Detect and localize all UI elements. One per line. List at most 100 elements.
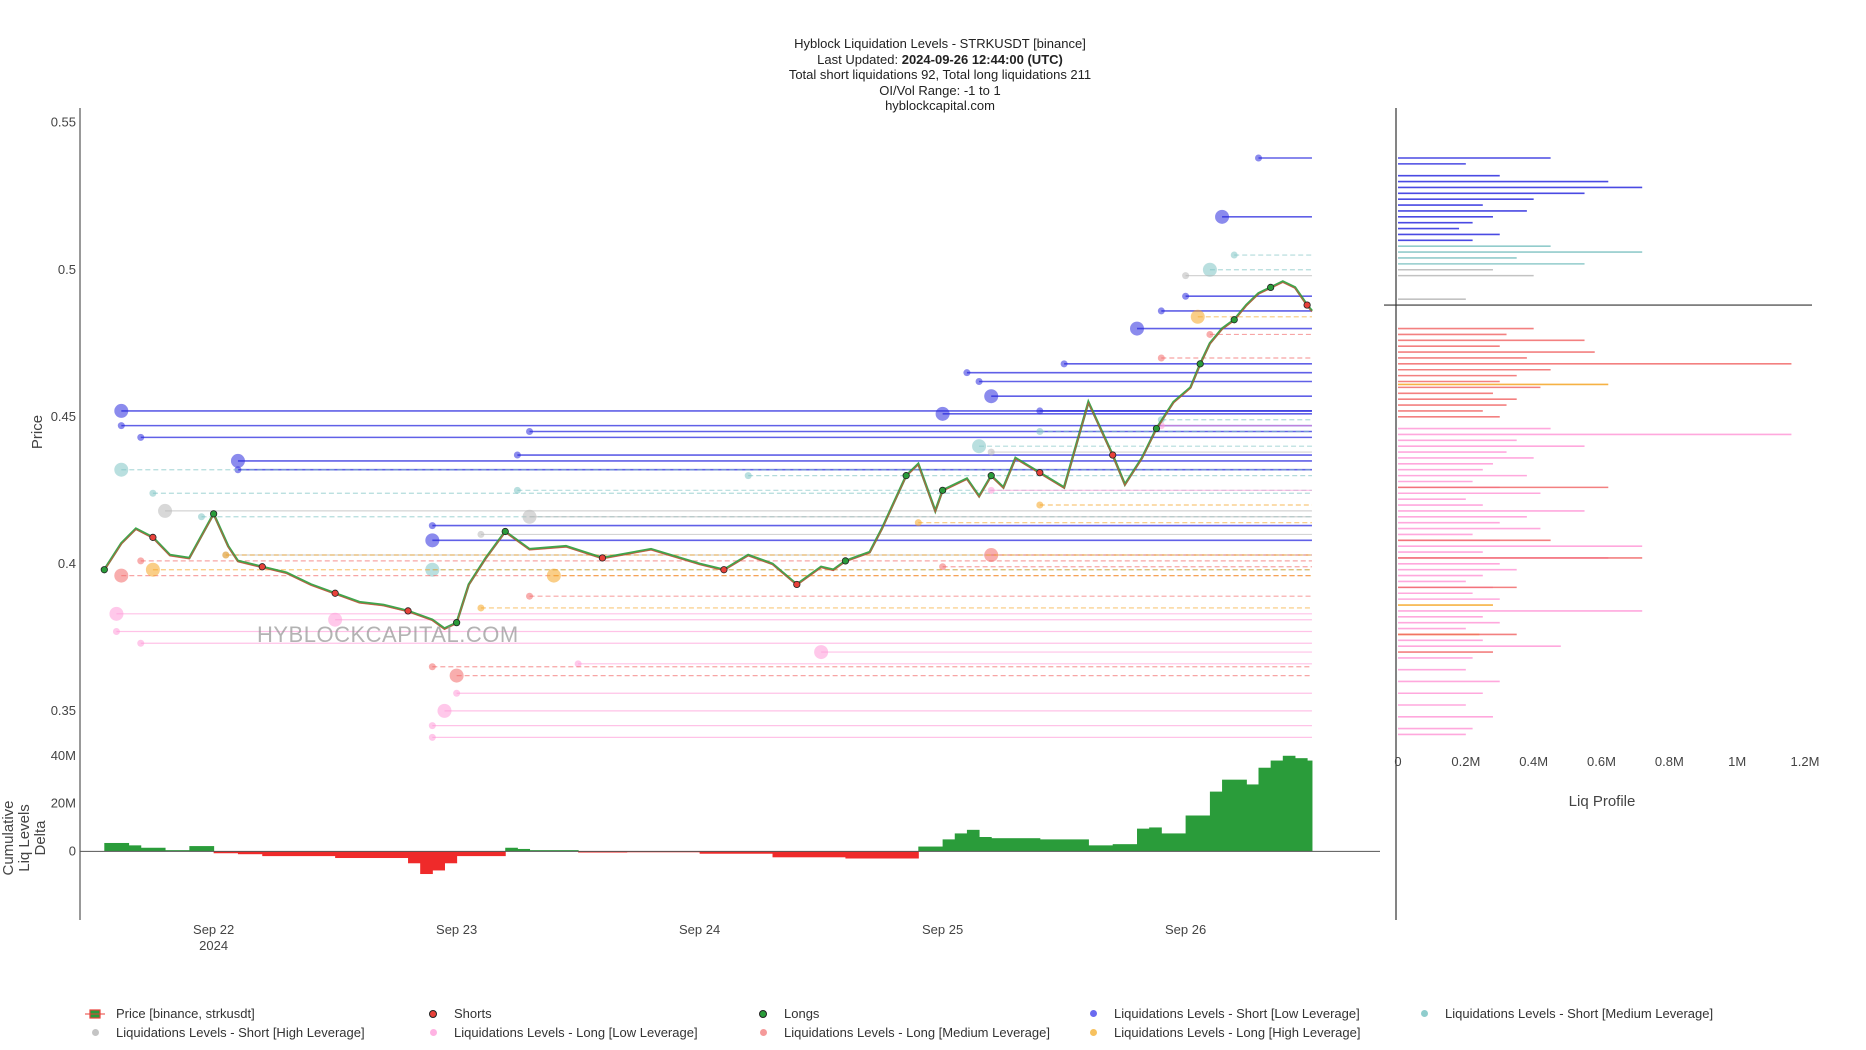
legend-item[interactable]: Liquidations Levels - Long [Medium Lever…: [752, 1025, 1050, 1040]
delta-negative-bar: [772, 851, 846, 858]
liq-level-marker: [477, 604, 485, 612]
liq-level-marker: [1157, 307, 1165, 315]
liq-level-marker: [158, 503, 173, 518]
legend-item[interactable]: Liquidations Levels - Long [High Leverag…: [1082, 1025, 1360, 1040]
liq-level-marker: [425, 533, 440, 548]
legend-label: Shorts: [454, 1006, 492, 1021]
liq-level-marker: [1255, 154, 1263, 162]
legend-label: Longs: [784, 1006, 820, 1021]
legend-swatch-icon: [1413, 1008, 1435, 1020]
liq-level-marker: [114, 568, 129, 583]
delta-negative-bar: [456, 851, 506, 857]
liq-level-marker: [1036, 501, 1044, 509]
legend-swatch-icon: [1082, 1008, 1104, 1020]
date-tick-label: 2024: [199, 938, 228, 953]
liq-level-marker: [149, 489, 157, 497]
liq-level-marker: [428, 663, 436, 671]
short-marker: [720, 566, 728, 574]
delta-positive-bar: [1222, 779, 1247, 852]
delta-positive-bar: [918, 846, 944, 852]
liq-level-marker: [230, 453, 245, 468]
legend-item[interactable]: Liquidations Levels - Short [High Levera…: [84, 1025, 365, 1040]
liq-level-marker: [1060, 360, 1068, 368]
long-marker: [987, 472, 995, 480]
short-marker: [149, 533, 157, 541]
delta-negative-bar: [262, 851, 336, 857]
liq-level-marker: [546, 568, 561, 583]
legend-item[interactable]: Liquidations Levels - Short [Low Leverag…: [1082, 1006, 1360, 1021]
legend-label: Liquidations Levels - Short [High Levera…: [116, 1025, 365, 1040]
liq-level-marker: [1215, 209, 1230, 224]
delta-tick-label: 40M: [51, 748, 76, 763]
delta-positive-bar: [128, 845, 142, 852]
liq-level-marker: [437, 703, 452, 718]
liq-level-marker: [1036, 428, 1044, 435]
legend-label: Liquidations Levels - Long [High Leverag…: [1114, 1025, 1361, 1040]
liq-level-marker: [1190, 309, 1205, 324]
liq-level-marker: [1230, 251, 1238, 259]
liq-level-marker: [453, 689, 461, 697]
watermark-text: HYBLOCKCAPITAL.COM: [257, 622, 519, 647]
profile-tick-label: 1.2M: [1791, 754, 1820, 769]
liq-level-marker: [526, 428, 534, 435]
delta-positive-bar: [1307, 760, 1313, 852]
date-tick-label: Sep 24: [679, 922, 720, 937]
liq-level-marker: [814, 645, 829, 660]
profile-tick-label: 0: [1394, 754, 1401, 769]
delta-positive-bar: [140, 847, 166, 852]
date-tick-label: Sep 25: [922, 922, 963, 937]
long-marker: [210, 510, 218, 518]
legend-item[interactable]: Price [binance, strkusdt]: [84, 1006, 255, 1021]
legend-item[interactable]: Longs: [752, 1006, 819, 1021]
short-marker: [1303, 301, 1311, 309]
delta-positive-bar: [505, 847, 518, 852]
delta-negative-bar: [335, 851, 409, 859]
legend-item[interactable]: Liquidations Levels - Long [Low Leverage…: [422, 1025, 698, 1040]
liq-level-marker: [114, 403, 129, 418]
liq-level-marker: [987, 486, 995, 494]
legend-swatch-icon: [1082, 1027, 1104, 1039]
legend-label: Liquidations Levels - Long [Low Leverage…: [454, 1025, 698, 1040]
delta-tick-label: 0: [69, 843, 76, 858]
liq-level-marker: [1202, 262, 1217, 277]
delta-positive-bar: [1039, 839, 1089, 852]
delta-tick-label: 20M: [51, 796, 76, 811]
liq-level-marker: [137, 557, 145, 565]
legend-swatch-icon: [422, 1027, 444, 1039]
delta-positive-bar: [991, 838, 1041, 852]
delta-positive-bar: [942, 839, 956, 852]
legend-label: Liquidations Levels - Short [Low Leverag…: [1114, 1006, 1360, 1021]
liq-level-marker: [1182, 292, 1190, 300]
short-marker: [331, 589, 339, 597]
long-marker: [1196, 360, 1204, 368]
profile-tick-label: 1M: [1728, 754, 1746, 769]
delta-positive-bar: [1209, 791, 1223, 852]
liq-level-marker: [1157, 354, 1165, 362]
short-marker: [404, 607, 412, 615]
liq-level-marker: [145, 562, 160, 577]
legend-item[interactable]: Shorts: [422, 1006, 492, 1021]
legend-label: Liquidations Levels - Short [Medium Leve…: [1445, 1006, 1714, 1021]
profile-tick-label: 0.6M: [1587, 754, 1616, 769]
liq-profile-bars: [1384, 157, 1812, 736]
legend-item[interactable]: Liquidations Levels - Short [Medium Leve…: [1413, 1006, 1713, 1021]
short-marker: [793, 580, 801, 589]
legend-swatch-icon: [84, 1008, 106, 1020]
delta-positive-bar: [1112, 844, 1138, 852]
liq-level-marker: [987, 448, 995, 456]
liq-level-marker: [513, 451, 521, 459]
short-marker: [598, 554, 607, 562]
liq-level-marker: [197, 513, 205, 521]
liq-level-marker: [137, 639, 145, 647]
delta-negative-bar: [432, 851, 445, 871]
liq-level-marker: [117, 422, 125, 430]
legend-label: Price [binance, strkusdt]: [116, 1006, 255, 1021]
delta-positive-bar: [1246, 784, 1260, 852]
delta-positive-bar: [1137, 828, 1150, 852]
delta-positive-bar: [1294, 758, 1308, 852]
profile-tick-label: 0.8M: [1655, 754, 1684, 769]
date-tick-label: Sep 26: [1165, 922, 1206, 937]
delta-positive-bar: [966, 829, 980, 852]
delta-axis-title: Delta: [32, 820, 49, 856]
liquidation-chart: 0.55 0.5 0.45 0.4 0.35 40M 20M 0 Sep 222024 Sep 2…: [0, 108, 1820, 953]
